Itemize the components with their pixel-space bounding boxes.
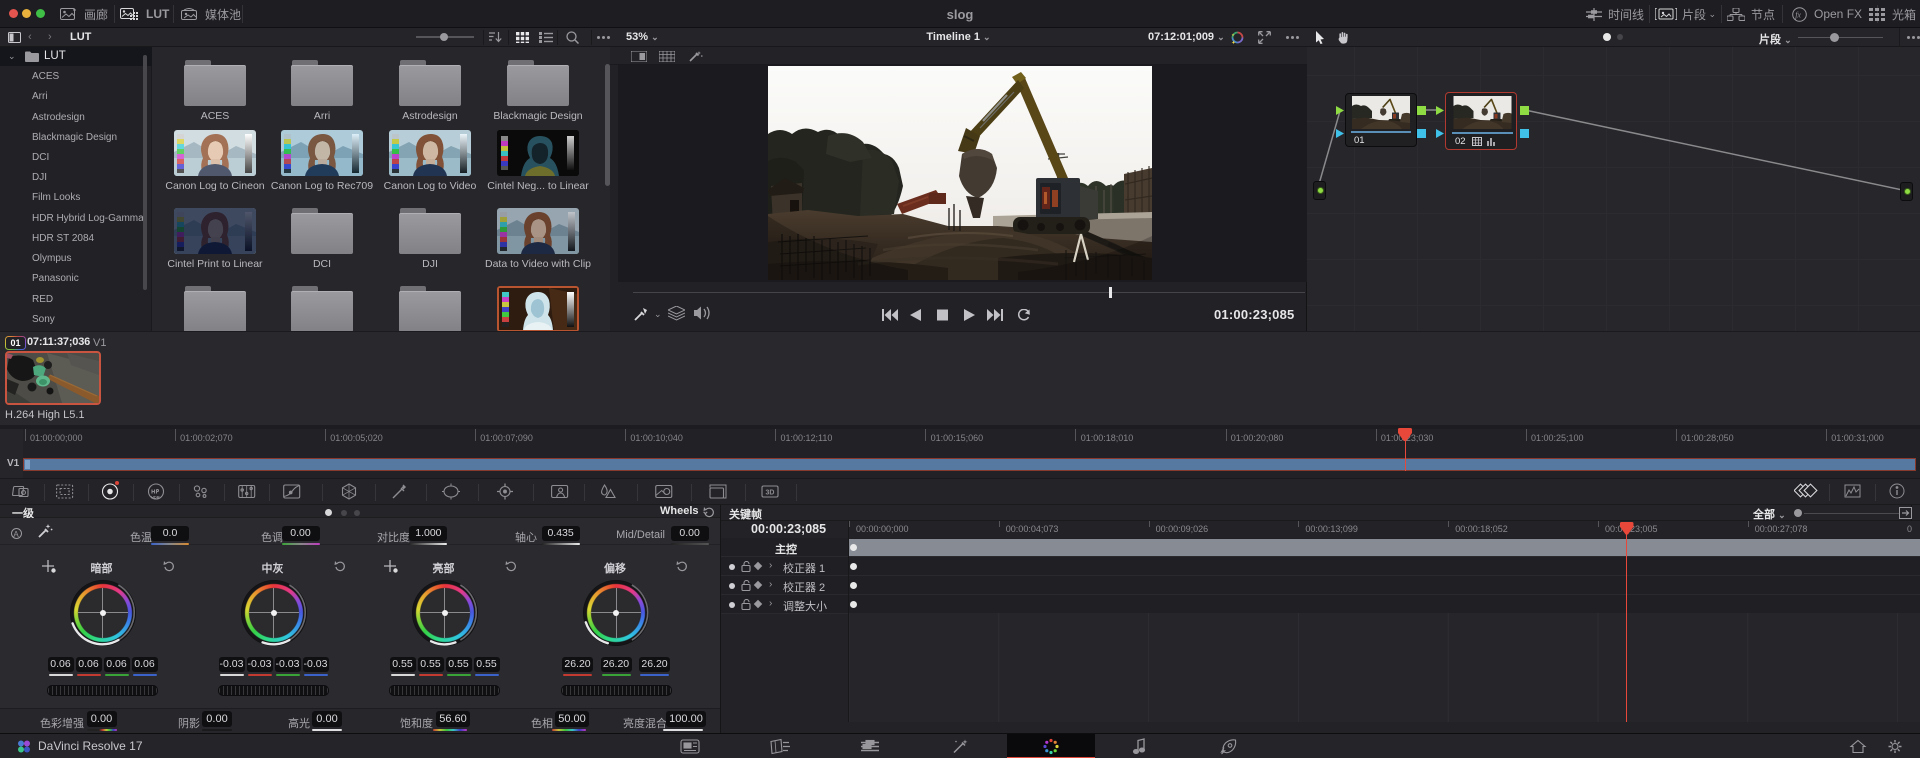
svg-text:fx: fx (1795, 10, 1801, 19)
svg-text:3D: 3D (766, 489, 775, 496)
svg-text:HDR: HDR (151, 494, 160, 499)
